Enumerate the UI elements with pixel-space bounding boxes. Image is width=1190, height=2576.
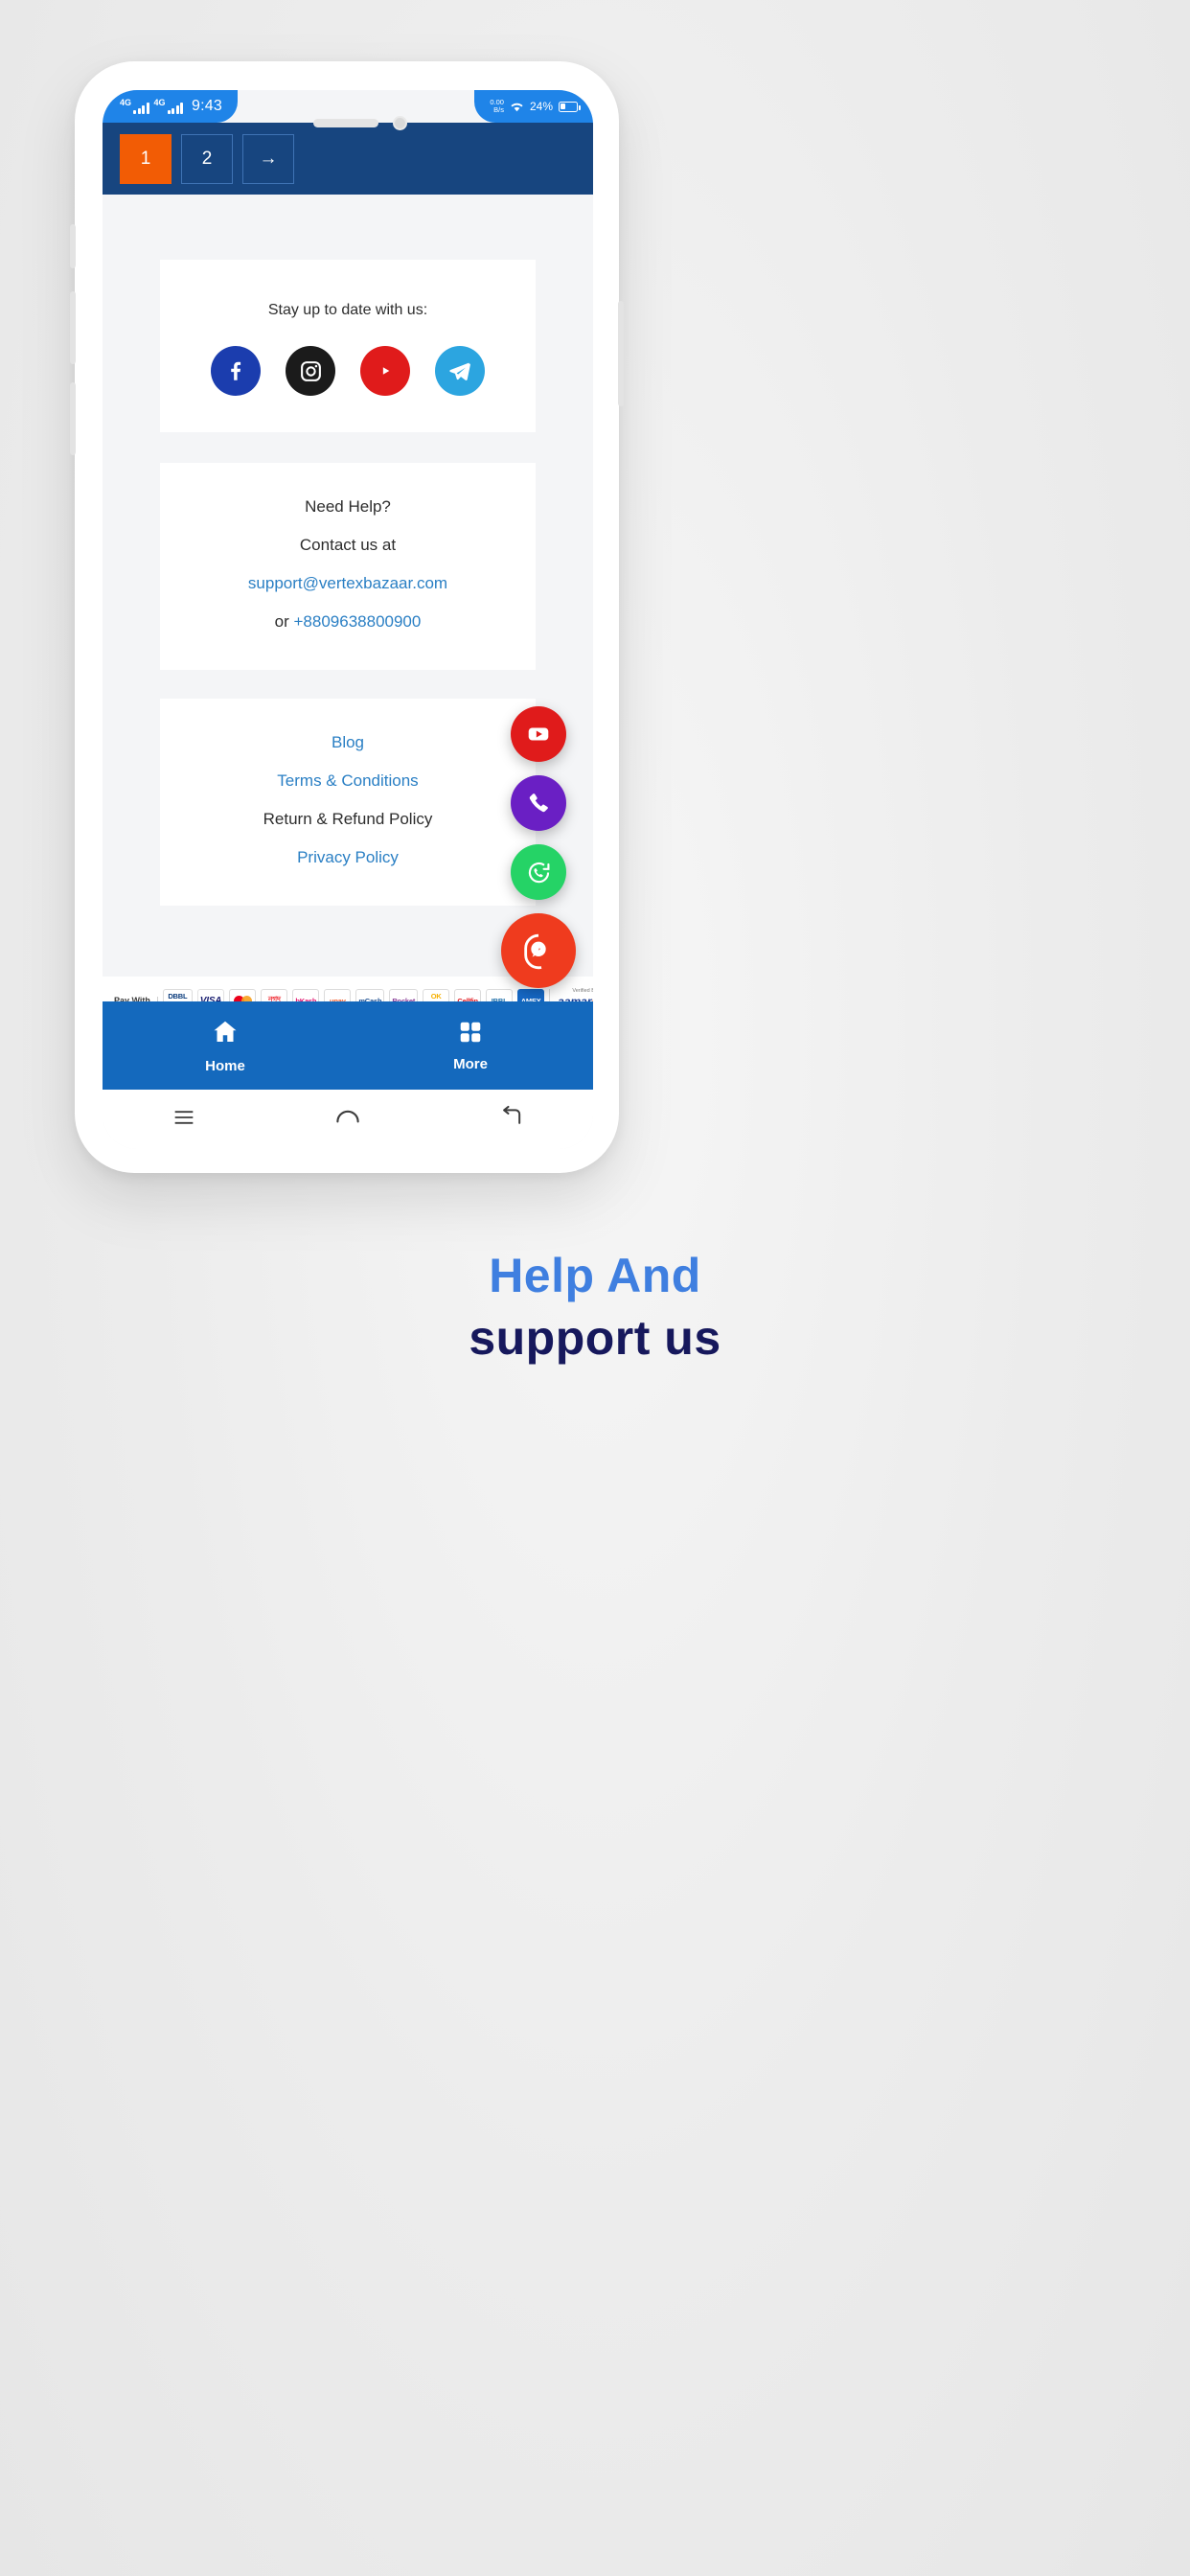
help-card: Need Help? Contact us at support@vertexb… <box>160 463 536 670</box>
youtube-icon-link[interactable] <box>360 346 410 396</box>
back-arrow-icon[interactable] <box>498 1104 525 1136</box>
status-bar-clock: 9:43 <box>192 98 222 114</box>
pagination-page-1[interactable]: 1 <box>120 133 172 184</box>
caption-line-2: support us <box>469 1310 721 1365</box>
bottom-nav-item-home[interactable]: Home <box>103 1001 348 1090</box>
instagram-icon-link[interactable] <box>286 346 335 396</box>
bottom-navigation-bar: Home More <box>103 1001 593 1090</box>
link-blog[interactable]: Blog <box>160 733 536 752</box>
menu-icon[interactable] <box>171 1104 197 1136</box>
whatsapp-fab[interactable] <box>511 844 566 900</box>
phone-side-button-power <box>618 301 624 406</box>
android-system-nav <box>103 1090 593 1149</box>
caption-block: Help And support us <box>0 1246 1190 1370</box>
support-fab[interactable] <box>501 913 576 988</box>
help-phone-line: or +8809638800900 <box>160 612 536 632</box>
pagination-bar: 1 2 → <box>103 123 593 195</box>
sim2-network-label: 4G <box>153 98 166 107</box>
status-bar-left: 4G 4G 9:43 <box>103 90 238 123</box>
link-terms-and-conditions[interactable]: Terms & Conditions <box>160 771 536 791</box>
bottom-nav-label-home: Home <box>205 1057 245 1074</box>
sim1-network-label: 4G <box>120 98 132 107</box>
signal-bars-icon <box>167 103 184 114</box>
facebook-icon-link[interactable] <box>211 346 261 396</box>
status-bar-right: 0.00 B/s 24% <box>474 90 593 123</box>
bottom-nav-item-more[interactable]: More <box>348 1001 593 1090</box>
sim1-signal: 4G <box>120 99 149 114</box>
wifi-icon <box>510 102 524 112</box>
telegram-icon-link[interactable] <box>435 346 485 396</box>
footer-links-card: Blog Terms & Conditions Return & Refund … <box>160 699 536 906</box>
battery-percent: 24% <box>529 100 553 113</box>
home-outline-icon[interactable] <box>333 1103 362 1137</box>
caption-line-1: Help And <box>489 1249 701 1302</box>
phone-side-button-mute <box>70 224 76 268</box>
social-card: Stay up to date with us: <box>160 260 536 432</box>
battery-icon <box>559 101 581 112</box>
link-privacy-policy[interactable]: Privacy Policy <box>160 848 536 867</box>
link-return-and-refund-policy[interactable]: Return & Refund Policy <box>160 810 536 829</box>
grid-icon <box>458 1020 483 1049</box>
phone-side-button-volume-down <box>70 382 76 455</box>
support-email-link[interactable]: support@vertexbazaar.com <box>248 574 447 592</box>
phone-screen: 4G 4G 9:43 0.00 B/s 24% 1 2 → Stay up to… <box>103 90 593 1149</box>
status-bar: 4G 4G 9:43 0.00 B/s 24% <box>103 90 593 123</box>
social-card-title: Stay up to date with us: <box>267 302 428 318</box>
phone-side-button-volume-up <box>70 291 76 364</box>
sim2-signal: 4G <box>154 99 184 114</box>
social-links-row <box>160 346 536 396</box>
network-speed-indicator: 0.00 B/s <box>490 98 504 114</box>
pagination-next-button[interactable]: → <box>242 133 294 184</box>
bottom-nav-label-more: More <box>453 1055 488 1072</box>
phone-mockup: 4G 4G 9:43 0.00 B/s 24% 1 2 → Stay up to… <box>70 61 624 1173</box>
verified-by-label: Verified By <box>572 987 593 994</box>
pagination-page-2[interactable]: 2 <box>181 133 233 184</box>
floating-action-buttons <box>501 706 576 988</box>
home-icon <box>211 1018 240 1051</box>
help-heading: Need Help? <box>305 497 391 516</box>
or-label: or <box>274 612 294 631</box>
call-fab[interactable] <box>511 775 566 831</box>
support-phone-link[interactable]: +8809638800900 <box>294 612 422 631</box>
help-contact-prefix: Contact us at <box>299 536 397 554</box>
signal-bars-icon <box>133 103 149 114</box>
youtube-fab[interactable] <box>511 706 566 762</box>
